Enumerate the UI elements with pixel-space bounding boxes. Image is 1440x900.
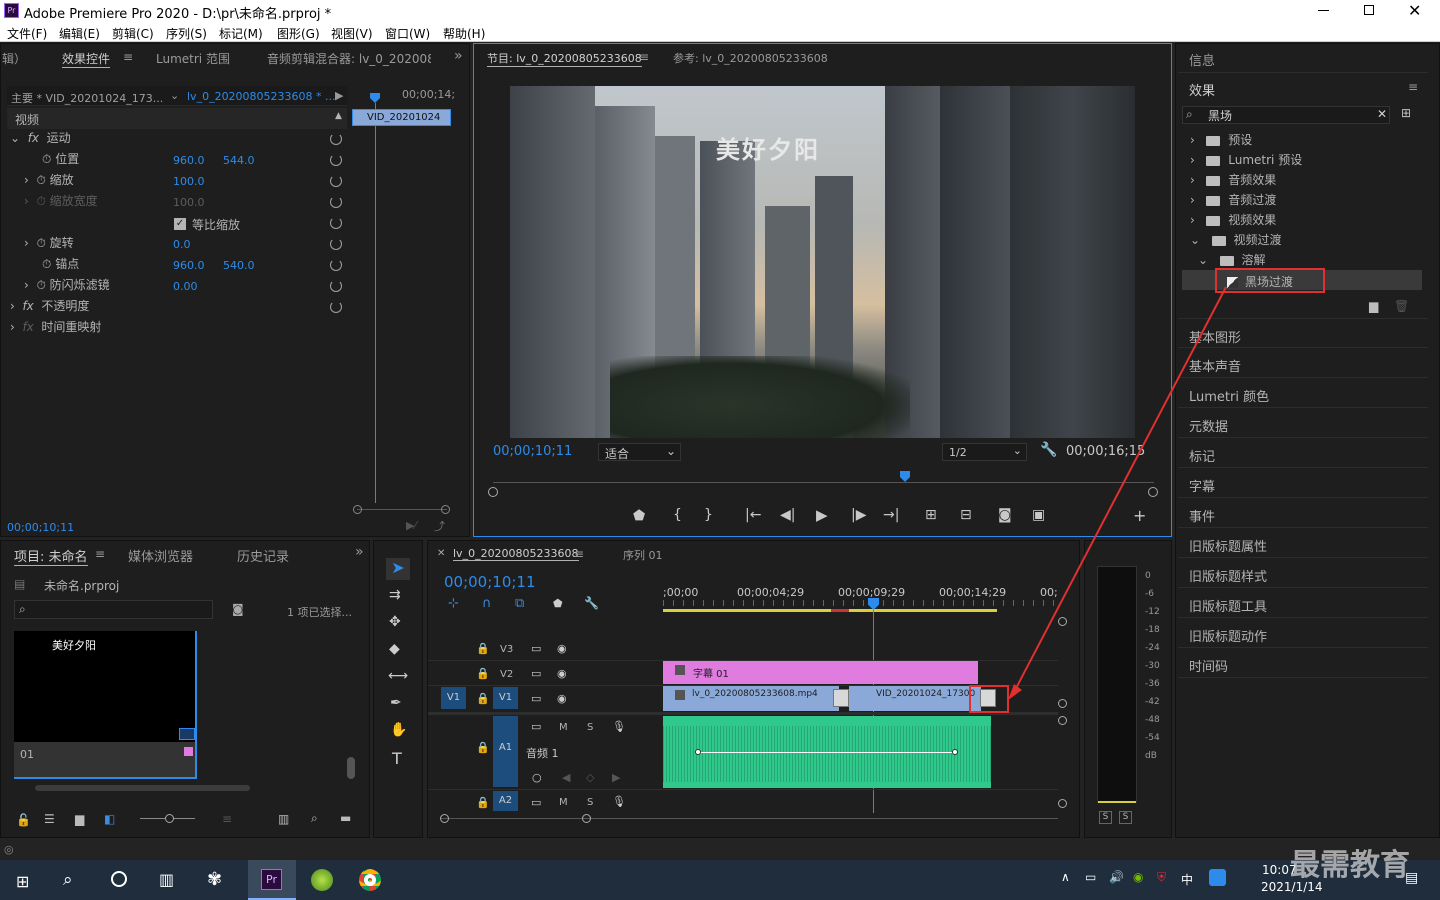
ime-indicator[interactable]: 中 <box>1181 871 1193 888</box>
pinwheel-app-icon[interactable]: ✾ <box>207 869 222 890</box>
melon-app-icon[interactable] <box>311 869 333 891</box>
search-icon[interactable]: ⌕ <box>63 870 73 890</box>
tray-chevron-icon[interactable]: ∧ <box>1061 870 1070 884</box>
task-view-icon[interactable]: ▥ <box>159 870 174 889</box>
chrome-icon[interactable] <box>359 869 381 891</box>
tray-nvidia-icon[interactable]: ◉ <box>1133 870 1143 884</box>
tray-security-icon[interactable]: ⛨ <box>1157 870 1166 885</box>
tray-network-icon[interactable]: ▭ <box>1085 870 1096 884</box>
tray-volume-icon[interactable]: 🔊 <box>1109 870 1124 884</box>
tray-qq-icon[interactable] <box>1209 869 1226 886</box>
cortana-icon[interactable] <box>111 871 127 887</box>
watermark-text: 最需教育 <box>1290 848 1410 883</box>
annotation-arrow <box>1008 286 1227 700</box>
premiere-taskbar-icon[interactable]: Pr <box>248 860 296 900</box>
taskbar: ⊞ ⌕ ▥ ✾ Pr ∧ ▭ 🔊 ◉ ⛨ 中 10:07 2021/1/14 ▤… <box>0 848 1440 900</box>
windows-start-icon[interactable]: ⊞ <box>16 872 29 891</box>
premiere-taskbar-label: Pr <box>261 869 282 890</box>
